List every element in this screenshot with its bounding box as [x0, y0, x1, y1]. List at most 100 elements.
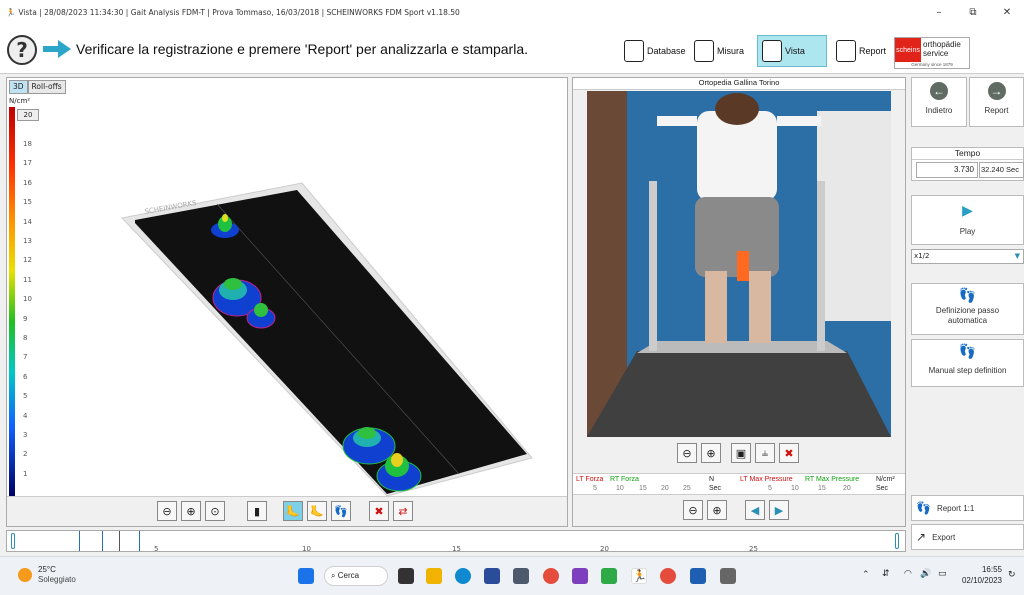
nav-vista-button[interactable]: Vista [757, 35, 827, 67]
plate-icon[interactable]: ▮ [247, 501, 267, 521]
foot-both-icon[interactable]: 👣 [331, 501, 351, 521]
force-tick-2: 10 [616, 485, 624, 492]
tempo-total: 32.240 Sec [979, 162, 1024, 178]
report-nav-button[interactable]: → Report [969, 77, 1024, 127]
zoom-reset-icon[interactable]: ⊙ [205, 501, 225, 521]
media-icon[interactable] [572, 568, 588, 584]
search-icon: ⌕ [331, 571, 336, 580]
play-button[interactable]: ▶ Play [911, 195, 1024, 245]
chrome-icon[interactable] [543, 568, 559, 584]
scale-label-6: 6 [23, 372, 28, 381]
prev-frame-icon[interactable]: ◀ [745, 500, 765, 520]
search-label: Cerca [337, 571, 360, 580]
manual-step-button[interactable]: 👣 Manual step definition [911, 339, 1024, 387]
chrome-profile-icon[interactable] [660, 568, 676, 584]
step-marker-1 [79, 531, 80, 551]
window-controls: – ⧉ ✕ [922, 0, 1024, 24]
video-delete-icon[interactable]: ✖ [779, 443, 799, 463]
export-button[interactable]: ↗ Export [911, 524, 1024, 550]
scale-label-14: 14 [23, 217, 32, 226]
battery-icon[interactable]: ▭ [938, 569, 947, 579]
windows-start-icon[interactable] [298, 568, 314, 584]
scale-label-3: 3 [23, 431, 28, 439]
maximize-button[interactable]: ⧉ [956, 0, 990, 24]
close-button[interactable]: ✕ [990, 0, 1024, 24]
video-title: Ortopedia Gallina Torino [573, 78, 905, 90]
company-logo: scheins orthopädie service Germany since… [894, 37, 970, 69]
scale-label-13: 13 [23, 237, 32, 245]
3d-tools-bar: ⊖ ⊕ ⊙ ▮ 🦶 🦶 👣 ✖ ⇄ [7, 496, 567, 526]
nav-report-button[interactable]: Report [832, 35, 890, 67]
chevron-up-icon[interactable]: ⌃ [862, 570, 870, 580]
tab-3d[interactable]: 3D [9, 80, 28, 94]
rt-max-pressure-label: RT Max Pressure [805, 476, 860, 483]
timeline-start-handle[interactable] [11, 533, 15, 549]
camera-icon[interactable]: ▣ [731, 443, 751, 463]
force-unit-top: N [709, 476, 715, 483]
nav-vista-label: Vista [785, 46, 805, 56]
pressure-color-scale [9, 107, 15, 497]
clock-date[interactable]: 02/10/2023 [952, 576, 1002, 585]
max-unit-top: N/cm² [876, 476, 895, 483]
nav-misura-button[interactable]: Misura [690, 35, 748, 67]
network-icon[interactable]: ⇵ [882, 569, 890, 579]
report-11-button[interactable]: 👣 Report 1:1 [911, 495, 1024, 521]
notification-icon[interactable]: ↻ [1008, 570, 1016, 580]
next-frame-icon[interactable]: ▶ [769, 500, 789, 520]
back-button[interactable]: ← Indietro [911, 77, 967, 127]
store-icon[interactable] [484, 568, 500, 584]
swap-feet-icon[interactable]: ⇄ [393, 501, 413, 521]
nav-report-label: Report [859, 46, 887, 56]
word-icon[interactable] [690, 568, 706, 584]
delete-step-icon[interactable]: ✖ [369, 501, 389, 521]
edge-icon[interactable] [455, 568, 471, 584]
play-icon: ▶ [962, 202, 973, 218]
scale-label-1: 1 [23, 469, 28, 478]
chart-zoom-in-icon[interactable]: ⊕ [707, 500, 727, 520]
weather-sun-icon[interactable] [18, 568, 32, 582]
tempo-title: Tempo [912, 148, 1023, 160]
scale-label-2: 2 [23, 450, 28, 459]
zoom-in-icon[interactable]: ⊕ [181, 501, 201, 521]
window-title: Vista | 28/08/2023 11:34:30 | Gait Analy… [18, 7, 460, 17]
video-tools: ⊖ ⊕ ▣ ⫨ ✖ [573, 439, 905, 467]
step-marker-3 [139, 531, 140, 551]
film-icon[interactable]: ⫨ [755, 443, 775, 463]
force-tick-4: 20 [661, 485, 669, 492]
auto-step-button[interactable]: 👣 Definizione passo automatica [911, 283, 1024, 335]
volume-icon[interactable]: 🔊 [920, 569, 931, 579]
task-view-icon[interactable] [398, 568, 414, 584]
foot-right-icon[interactable]: 🦶 [307, 501, 327, 521]
timeline[interactable]: 5 10 15 20 25 [6, 530, 906, 553]
speed-select[interactable]: x1/2 ▼ [911, 249, 1024, 264]
timeline-end-handle[interactable] [895, 533, 899, 549]
lt-max-pressure-label: LT Max Pressure [740, 476, 793, 483]
video-zoom-in-icon[interactable]: ⊕ [701, 443, 721, 463]
app-tools-icon[interactable] [720, 568, 736, 584]
max-tick-3: 15 [818, 485, 826, 492]
minimize-button[interactable]: – [922, 0, 956, 24]
clock-time[interactable]: 16:55 [962, 565, 1002, 574]
arrow-right-icon [43, 40, 71, 58]
nav-misura-label: Misura [717, 46, 745, 56]
zoom-out-icon[interactable]: ⊖ [157, 501, 177, 521]
help-icon[interactable]: ? [7, 35, 37, 65]
video-zoom-out-icon[interactable]: ⊖ [677, 443, 697, 463]
timeline-cursor[interactable] [119, 531, 120, 551]
side-panel: ← Indietro → Report Tempo 3.730 32.240 S… [909, 77, 1024, 551]
scale-max-input[interactable]: 20 [17, 109, 39, 121]
taskbar-search[interactable]: ⌕ Cerca [324, 566, 388, 586]
file-explorer-icon[interactable] [426, 568, 442, 584]
foot-left-icon[interactable]: 🦶 [283, 501, 303, 521]
wifi-icon[interactable]: ◠ [904, 569, 912, 579]
database-icon [624, 40, 644, 62]
chart-zoom-out-icon[interactable]: ⊖ [683, 500, 703, 520]
measure-icon [694, 40, 714, 62]
max-tick-2: 10 [791, 485, 799, 492]
report-icon [836, 40, 856, 62]
app-bird-icon[interactable] [513, 568, 529, 584]
app-green-icon[interactable] [601, 568, 617, 584]
tab-roll-offs[interactable]: Roll-offs [27, 80, 66, 94]
scheinworks-app-icon[interactable]: 🏃 [631, 568, 647, 584]
nav-database-button[interactable]: Database [620, 35, 690, 67]
